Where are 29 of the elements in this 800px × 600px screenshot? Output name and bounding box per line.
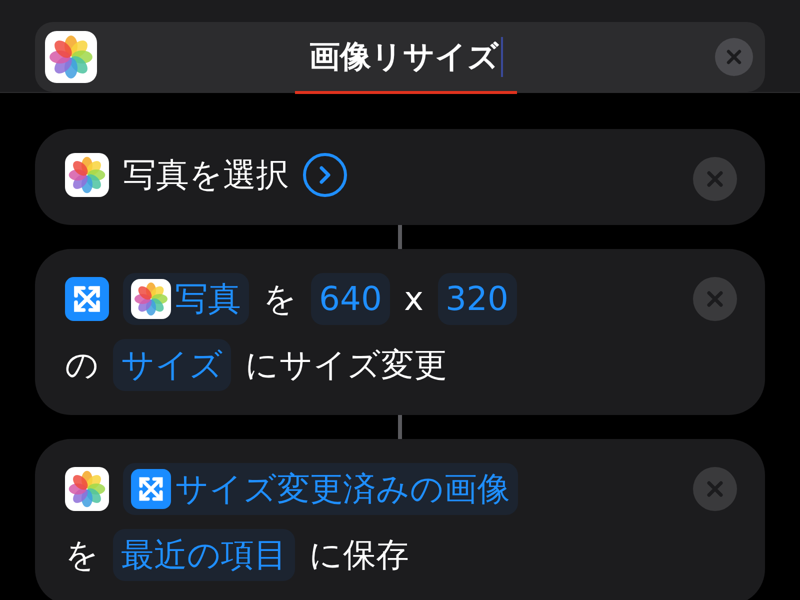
photos-app-icon: [65, 467, 109, 511]
action-card[interactable]: 写真 を 640 x 320 の サイズ にサイズ変更: [35, 249, 765, 415]
parameter-token[interactable]: サイズ: [113, 339, 231, 391]
delete-button[interactable]: [693, 157, 737, 201]
delete-button[interactable]: [693, 277, 737, 321]
title-field[interactable]: 画像リサイズ: [35, 22, 765, 92]
variable-token[interactable]: サイズ変更済みの画像: [123, 463, 518, 515]
action-text: 写真を選択: [123, 154, 289, 196]
resize-arrows-icon: [131, 469, 171, 509]
action-text: にサイズ変更: [245, 344, 447, 386]
delete-button[interactable]: [693, 467, 737, 511]
photos-app-icon: [131, 279, 171, 319]
shortcut-title: 画像リサイズ: [309, 38, 499, 77]
action-card[interactable]: 写真を選択: [35, 129, 765, 225]
parameter-token[interactable]: 640: [311, 273, 390, 325]
parameter-token[interactable]: 最近の項目: [113, 529, 295, 581]
action-card[interactable]: サイズ変更済みの画像 を 最近の項目 に保存: [35, 439, 765, 600]
parameter-token[interactable]: 320: [438, 273, 517, 325]
variable-token[interactable]: 写真: [123, 273, 249, 325]
photos-app-icon: [65, 153, 109, 197]
resize-arrows-icon: [65, 277, 109, 321]
action-text: に保存: [309, 534, 409, 576]
action-text: x: [404, 278, 424, 320]
photos-app-icon: [45, 31, 97, 83]
chevron-right-icon[interactable]: [303, 153, 347, 197]
action-text: の: [65, 344, 99, 386]
clear-button[interactable]: [715, 38, 753, 76]
action-text: を: [263, 278, 297, 320]
action-text: を: [65, 534, 99, 576]
